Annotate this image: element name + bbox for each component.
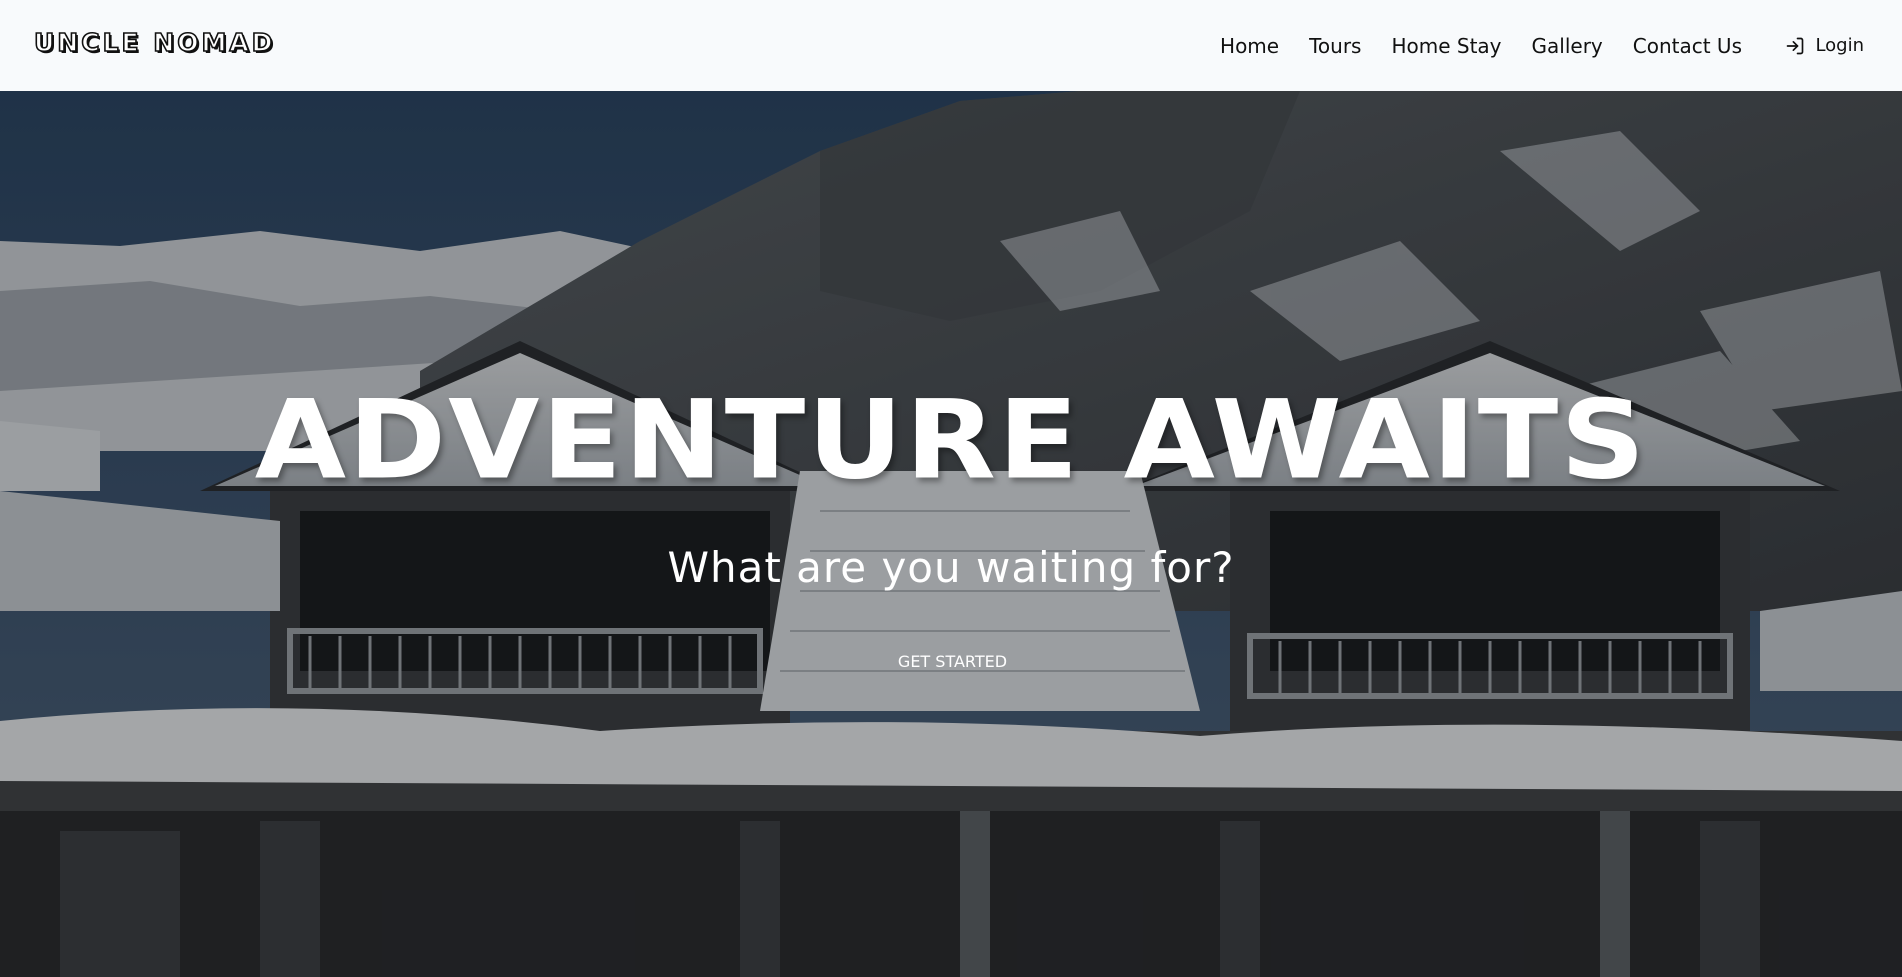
main-nav: Home Tours Home Stay Gallery Contact Us xyxy=(1220,0,1742,91)
hero-content: ADVENTURE AWAITS What are you waiting fo… xyxy=(0,91,1902,977)
nav-link-contact-us[interactable]: Contact Us xyxy=(1633,34,1742,58)
hero-subtitle: What are you waiting for? xyxy=(667,543,1235,592)
login-label: Login xyxy=(1815,35,1864,56)
nav-link-home[interactable]: Home xyxy=(1220,34,1279,58)
navbar: UNCLE NOMAD Home Tours Home Stay Gallery… xyxy=(0,0,1902,91)
hero-title: ADVENTURE AWAITS xyxy=(254,376,1648,504)
nav-link-tours[interactable]: Tours xyxy=(1309,34,1361,58)
login-icon xyxy=(1785,36,1805,56)
site-logo[interactable]: UNCLE NOMAD xyxy=(33,27,275,58)
login-button[interactable]: Login xyxy=(1785,0,1864,91)
nav-link-gallery[interactable]: Gallery xyxy=(1532,34,1603,58)
get-started-button[interactable]: GET STARTED xyxy=(870,643,1035,679)
nav-link-home-stay[interactable]: Home Stay xyxy=(1391,34,1501,58)
hero-section: ADVENTURE AWAITS What are you waiting fo… xyxy=(0,91,1902,977)
